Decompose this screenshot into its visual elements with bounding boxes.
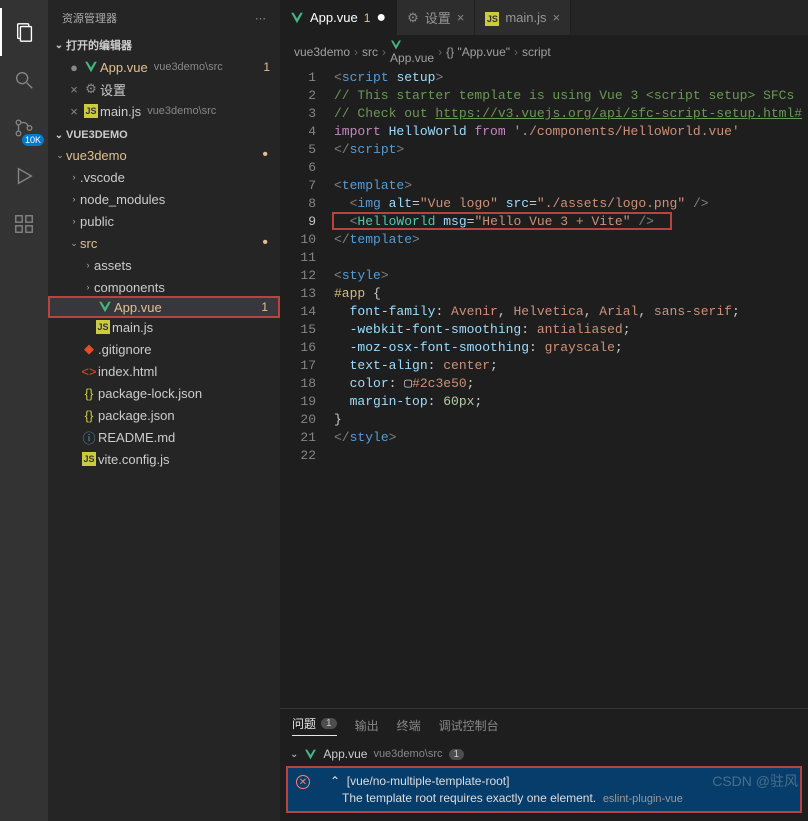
- code-editor[interactable]: 12345678910111213141516171819202122 <scr…: [280, 69, 808, 708]
- scm-badge: 10K: [22, 134, 44, 146]
- vue-icon: [96, 300, 114, 314]
- breadcrumb-segment[interactable]: App.vue: [390, 39, 434, 65]
- panel-tabs: 问题1 输出 终端 调试控制台: [280, 709, 808, 742]
- open-editor-item[interactable]: × ⚙ 设置: [48, 78, 280, 100]
- info-icon: ⓘ: [80, 428, 98, 447]
- chevron-icon: ⌄: [54, 150, 66, 161]
- close-icon[interactable]: ×: [457, 10, 465, 25]
- git-icon: ◆: [80, 341, 98, 357]
- sidebar-title: 资源管理器 ⋯: [48, 0, 280, 32]
- problem-item[interactable]: ✕ ⌃ [vue/no-multiple-template-root] The …: [286, 766, 802, 813]
- chevron-icon: ›: [68, 172, 80, 182]
- js-icon: JS: [80, 452, 98, 466]
- editor-tab[interactable]: JS main.js ×: [475, 0, 571, 35]
- close-icon[interactable]: ×: [66, 104, 82, 119]
- open-editors-section: ⌄ 打开的编辑器 ● App.vue vue3demo\src 1× ⚙ 设置 …: [48, 32, 280, 124]
- file-item[interactable]: ◆.gitignore: [48, 338, 280, 360]
- extensions-icon[interactable]: [0, 200, 48, 248]
- file-item[interactable]: {}package.json: [48, 404, 280, 426]
- folder-item[interactable]: ⌄vue3demo•: [48, 144, 280, 166]
- file-item[interactable]: JSvite.config.js: [48, 448, 280, 470]
- file-item[interactable]: <>index.html: [48, 360, 280, 382]
- chevron-down-icon: ⌄: [290, 749, 298, 760]
- chevron-down-icon: ⌄: [52, 40, 66, 51]
- error-icon: ✕: [296, 775, 310, 789]
- explorer-icon[interactable]: [0, 8, 48, 56]
- file-item[interactable]: JSmain.js: [48, 316, 280, 338]
- run-debug-icon[interactable]: [0, 152, 48, 200]
- file-item[interactable]: {}package-lock.json: [48, 382, 280, 404]
- editor-tabs: App.vue 1 ●⚙ 设置 ×JS main.js ×: [280, 0, 808, 35]
- chevron-icon: ›: [82, 282, 94, 292]
- editor-group: App.vue 1 ●⚙ 设置 ×JS main.js × vue3demo›s…: [280, 0, 808, 821]
- gear-icon: ⚙: [82, 81, 100, 97]
- folder-item[interactable]: ›components: [48, 276, 280, 298]
- open-editor-item[interactable]: ● App.vue vue3demo\src 1: [48, 56, 280, 78]
- workspace-header[interactable]: ⌄ VUE3DEMO: [48, 126, 280, 144]
- folder-item[interactable]: ›.vscode: [48, 166, 280, 188]
- editor-tab[interactable]: App.vue 1 ●: [280, 0, 397, 35]
- folder-item[interactable]: ›public: [48, 210, 280, 232]
- file-item[interactable]: App.vue1: [48, 296, 280, 318]
- js-icon: JS: [94, 320, 112, 334]
- code-area[interactable]: <script setup>// This starter template i…: [330, 69, 808, 708]
- chevron-icon: ›: [82, 260, 94, 270]
- breadcrumb-segment[interactable]: script: [522, 45, 551, 59]
- open-editor-item[interactable]: × JS main.js vue3demo\src: [48, 100, 280, 122]
- problem-file-row[interactable]: ⌄ App.vue vue3demo\src 1: [286, 744, 802, 764]
- panel-tab[interactable]: 问题1: [292, 715, 337, 736]
- chevron-icon: ›: [68, 194, 80, 204]
- gear-icon: ⚙: [407, 10, 419, 26]
- close-icon[interactable]: ×: [553, 10, 561, 25]
- vue-icon: [290, 11, 304, 25]
- more-icon[interactable]: ⋯: [255, 12, 266, 25]
- panel-tab[interactable]: 终端: [397, 717, 421, 734]
- file-item[interactable]: ⓘREADME.md: [48, 426, 280, 448]
- folder-item[interactable]: ⌄src•: [48, 232, 280, 254]
- breadcrumb-segment[interactable]: vue3demo: [294, 45, 350, 59]
- problem-file-path: vue3demo\src: [373, 748, 442, 760]
- sidebar: 资源管理器 ⋯ ⌄ 打开的编辑器 ● App.vue vue3demo\src …: [48, 0, 280, 821]
- close-icon[interactable]: ×: [66, 82, 82, 97]
- chevron-down-icon: ⌄: [52, 130, 66, 141]
- chevron-icon: ›: [68, 216, 80, 226]
- json-icon: {}: [80, 386, 98, 401]
- chevron-icon: ⌄: [68, 238, 80, 249]
- editor-tab[interactable]: ⚙ 设置 ×: [397, 0, 475, 35]
- search-icon[interactable]: [0, 56, 48, 104]
- vue-icon: [304, 748, 317, 761]
- json-icon: {}: [80, 408, 98, 423]
- js-icon: JS: [82, 104, 100, 118]
- bottom-panel: 问题1 输出 终端 调试控制台 ⌄ App.vue vue3demo\src 1 ✕ …: [280, 708, 808, 821]
- folder-item[interactable]: ›node_modules: [48, 188, 280, 210]
- modified-dot-icon: ●: [376, 9, 386, 27]
- breadcrumb-segment[interactable]: src: [362, 45, 378, 59]
- js-icon: JS: [485, 10, 499, 26]
- gutter: 12345678910111213141516171819202122: [280, 69, 330, 708]
- panel-tab[interactable]: 输出: [355, 717, 379, 734]
- problem-file-name: App.vue: [323, 747, 367, 761]
- problem-count-badge: 1: [449, 749, 465, 760]
- breadcrumb-segment[interactable]: {} "App.vue": [446, 45, 510, 59]
- html-icon: <>: [80, 364, 98, 379]
- folder-item[interactable]: ›assets: [48, 254, 280, 276]
- vue-icon: [82, 60, 100, 74]
- source-control-icon[interactable]: 10K: [0, 104, 48, 152]
- activity-bar: 10K: [0, 0, 48, 821]
- problems-view: ⌄ App.vue vue3demo\src 1 ✕ ⌃ [vue/no-mul…: [280, 742, 808, 821]
- close-icon[interactable]: ●: [66, 60, 82, 75]
- workspace-section: ⌄ VUE3DEMO ⌄vue3demo•›.vscode›node_modul…: [48, 124, 280, 472]
- breadcrumb[interactable]: vue3demo›src› App.vue›{} "App.vue"›scrip…: [280, 35, 808, 69]
- open-editors-header[interactable]: ⌄ 打开的编辑器: [48, 34, 280, 56]
- panel-tab[interactable]: 调试控制台: [439, 717, 499, 734]
